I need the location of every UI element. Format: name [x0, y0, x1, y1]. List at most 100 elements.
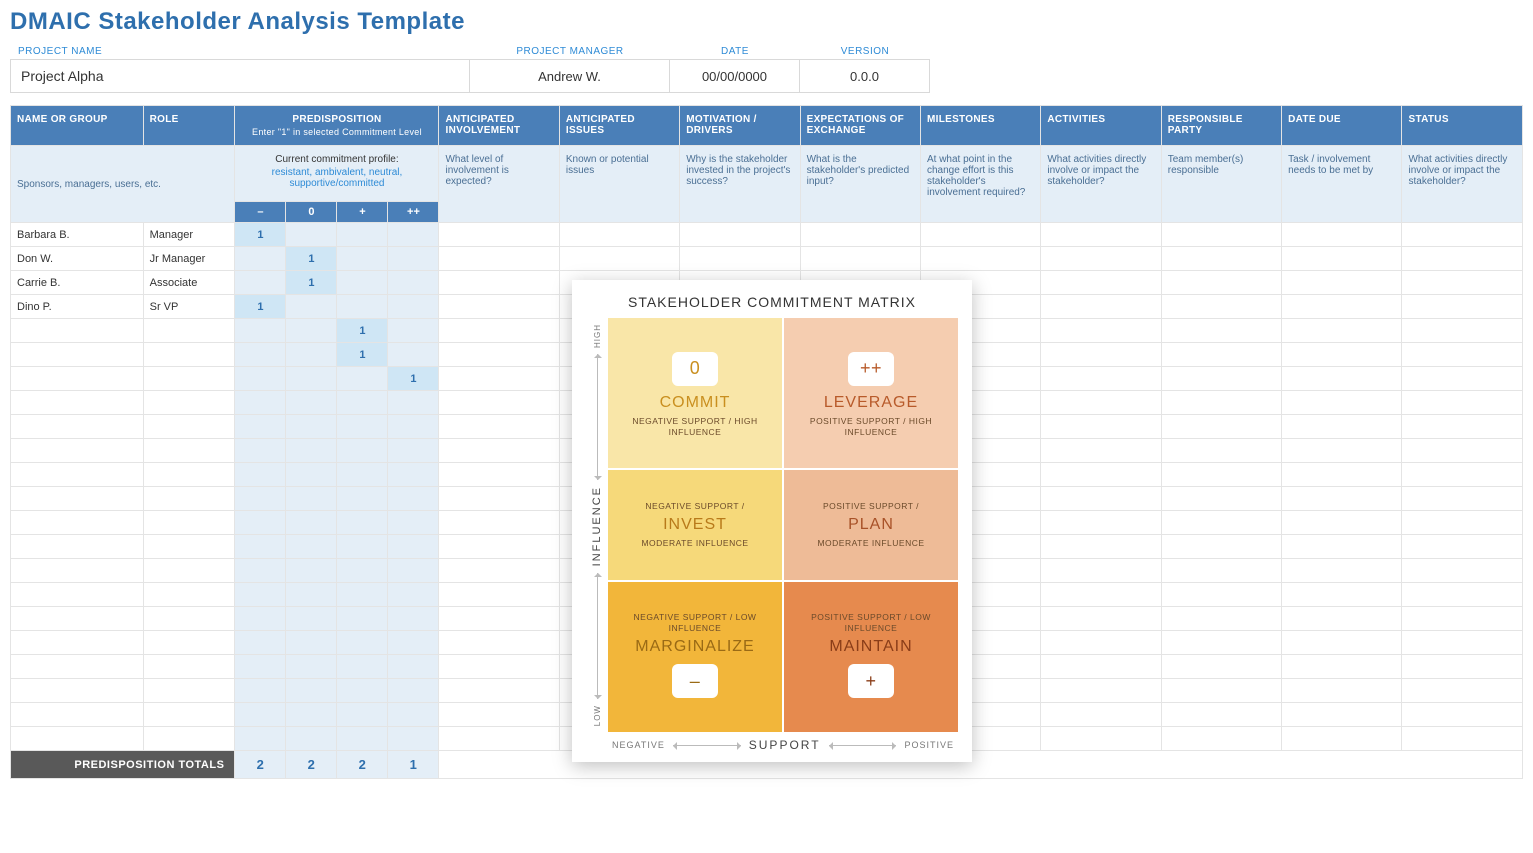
- cell-pred-1[interactable]: [286, 631, 337, 655]
- cell-empty[interactable]: [439, 271, 559, 295]
- cell-name[interactable]: [11, 727, 144, 751]
- cell-empty[interactable]: [1282, 727, 1402, 751]
- cell-empty[interactable]: [439, 247, 559, 271]
- cell-empty[interactable]: [1402, 679, 1523, 703]
- cell-pred-3[interactable]: [388, 727, 439, 751]
- cell-empty[interactable]: [1041, 511, 1161, 535]
- cell-name[interactable]: [11, 439, 144, 463]
- cell-empty[interactable]: [439, 223, 559, 247]
- cell-pred-1[interactable]: [286, 655, 337, 679]
- cell-pred-1[interactable]: [286, 391, 337, 415]
- cell-empty[interactable]: [1282, 583, 1402, 607]
- cell-empty[interactable]: [920, 247, 1040, 271]
- cell-pred-2[interactable]: [337, 679, 388, 703]
- cell-empty[interactable]: [1282, 415, 1402, 439]
- cell-empty[interactable]: [1161, 487, 1281, 511]
- cell-empty[interactable]: [1041, 727, 1161, 751]
- cell-empty[interactable]: [1041, 223, 1161, 247]
- cell-pred-3[interactable]: [388, 679, 439, 703]
- cell-empty[interactable]: [1161, 703, 1281, 727]
- cell-empty[interactable]: [1041, 367, 1161, 391]
- cell-empty[interactable]: [559, 223, 679, 247]
- cell-pred-2[interactable]: [337, 415, 388, 439]
- cell-empty[interactable]: [1161, 463, 1281, 487]
- cell-role[interactable]: Jr Manager: [143, 247, 235, 271]
- cell-pred-0[interactable]: [235, 727, 286, 751]
- cell-pred-2[interactable]: [337, 631, 388, 655]
- cell-pred-1[interactable]: [286, 535, 337, 559]
- cell-pred-3[interactable]: [388, 655, 439, 679]
- cell-pred-3[interactable]: [388, 223, 439, 247]
- cell-empty[interactable]: [1402, 703, 1523, 727]
- cell-empty[interactable]: [1041, 487, 1161, 511]
- cell-pred-1[interactable]: [286, 607, 337, 631]
- cell-empty[interactable]: [439, 295, 559, 319]
- cell-pred-3[interactable]: [388, 511, 439, 535]
- cell-empty[interactable]: [439, 703, 559, 727]
- cell-empty[interactable]: [1041, 535, 1161, 559]
- cell-role[interactable]: [143, 655, 235, 679]
- cell-pred-3[interactable]: [388, 703, 439, 727]
- cell-name[interactable]: [11, 607, 144, 631]
- cell-empty[interactable]: [1161, 655, 1281, 679]
- cell-empty[interactable]: [1402, 391, 1523, 415]
- cell-empty[interactable]: [1282, 271, 1402, 295]
- cell-role[interactable]: Sr VP: [143, 295, 235, 319]
- cell-empty[interactable]: [1041, 247, 1161, 271]
- cell-pred-2[interactable]: [337, 487, 388, 511]
- cell-pred-2[interactable]: [337, 295, 388, 319]
- version-field[interactable]: 0.0.0: [800, 59, 930, 93]
- cell-empty[interactable]: [1041, 415, 1161, 439]
- cell-name[interactable]: [11, 655, 144, 679]
- cell-pred-1[interactable]: [286, 727, 337, 751]
- cell-empty[interactable]: [559, 247, 679, 271]
- cell-pred-0[interactable]: [235, 631, 286, 655]
- cell-pred-1[interactable]: [286, 319, 337, 343]
- cell-empty[interactable]: [1161, 607, 1281, 631]
- cell-pred-3[interactable]: [388, 343, 439, 367]
- cell-empty[interactable]: [1041, 271, 1161, 295]
- cell-pred-1[interactable]: 1: [286, 271, 337, 295]
- cell-empty[interactable]: [1161, 727, 1281, 751]
- cell-empty[interactable]: [1161, 391, 1281, 415]
- cell-pred-1[interactable]: [286, 439, 337, 463]
- cell-empty[interactable]: [1161, 439, 1281, 463]
- cell-pred-3[interactable]: [388, 391, 439, 415]
- cell-empty[interactable]: [680, 247, 800, 271]
- cell-pred-0[interactable]: [235, 439, 286, 463]
- cell-pred-2[interactable]: [337, 607, 388, 631]
- cell-pred-1[interactable]: [286, 367, 337, 391]
- cell-pred-0[interactable]: [235, 319, 286, 343]
- cell-role[interactable]: [143, 535, 235, 559]
- cell-role[interactable]: [143, 631, 235, 655]
- cell-empty[interactable]: [439, 535, 559, 559]
- cell-pred-0[interactable]: [235, 679, 286, 703]
- cell-pred-2[interactable]: [337, 223, 388, 247]
- cell-pred-3[interactable]: 1: [388, 367, 439, 391]
- cell-empty[interactable]: [1041, 319, 1161, 343]
- cell-empty[interactable]: [1282, 511, 1402, 535]
- cell-pred-3[interactable]: [388, 631, 439, 655]
- cell-empty[interactable]: [439, 439, 559, 463]
- cell-empty[interactable]: [1161, 343, 1281, 367]
- cell-name[interactable]: Dino P.: [11, 295, 144, 319]
- cell-empty[interactable]: [1282, 319, 1402, 343]
- cell-empty[interactable]: [1282, 463, 1402, 487]
- cell-pred-0[interactable]: [235, 559, 286, 583]
- cell-empty[interactable]: [1041, 679, 1161, 703]
- cell-role[interactable]: [143, 727, 235, 751]
- project-manager-field[interactable]: Andrew W.: [470, 59, 670, 93]
- cell-name[interactable]: [11, 631, 144, 655]
- cell-empty[interactable]: [1041, 343, 1161, 367]
- cell-empty[interactable]: [439, 511, 559, 535]
- cell-empty[interactable]: [1402, 247, 1523, 271]
- cell-name[interactable]: [11, 367, 144, 391]
- cell-empty[interactable]: [1282, 631, 1402, 655]
- cell-name[interactable]: [11, 415, 144, 439]
- cell-empty[interactable]: [439, 415, 559, 439]
- cell-empty[interactable]: [439, 607, 559, 631]
- cell-pred-2[interactable]: [337, 367, 388, 391]
- cell-pred-1[interactable]: 1: [286, 247, 337, 271]
- cell-pred-1[interactable]: [286, 583, 337, 607]
- cell-role[interactable]: [143, 679, 235, 703]
